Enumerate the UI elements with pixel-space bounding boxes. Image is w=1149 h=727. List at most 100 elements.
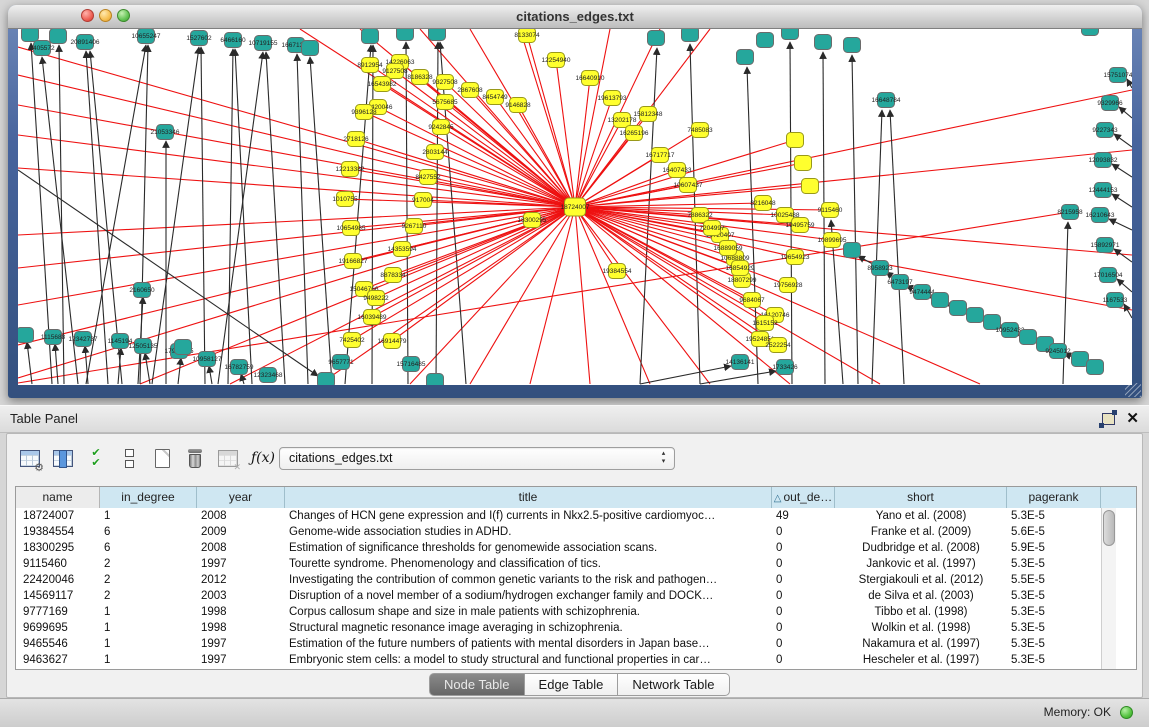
network-edge[interactable] xyxy=(1117,279,1132,292)
network-edge[interactable] xyxy=(364,112,575,207)
network-node[interactable] xyxy=(427,374,444,386)
network-node[interactable]: 15812348 xyxy=(634,107,663,122)
table-mode-icon[interactable] xyxy=(17,444,43,472)
table-cell[interactable]: 2 xyxy=(100,572,197,588)
table-cell[interactable]: 18300295 xyxy=(16,540,100,556)
network-node[interactable]: 20891406 xyxy=(71,35,100,50)
column-header-in_degree[interactable]: in_degree xyxy=(100,487,197,508)
network-node[interactable] xyxy=(737,50,754,65)
table-cell[interactable]: 2008 xyxy=(197,508,285,524)
table-cell[interactable]: 2008 xyxy=(197,540,285,556)
table-cell[interactable]: 9463627 xyxy=(16,652,100,668)
table-row[interactable]: 946554611997Estimation of the future num… xyxy=(16,636,1136,652)
network-node[interactable] xyxy=(782,29,799,40)
table-cell[interactable]: Estimation of the future numbers of pati… xyxy=(285,636,772,652)
table-cell[interactable]: 2 xyxy=(100,588,197,604)
network-node[interactable]: 8216048 xyxy=(750,196,776,211)
network-node[interactable]: 8878334 xyxy=(380,268,406,283)
table-cell[interactable]: 22420046 xyxy=(16,572,100,588)
network-node[interactable]: 19654923 xyxy=(781,250,810,265)
network-node[interactable] xyxy=(795,156,812,171)
network-node[interactable] xyxy=(682,29,699,42)
column-header-pagerank[interactable]: pagerank xyxy=(1007,487,1101,508)
network-node[interactable]: 10899695 xyxy=(818,233,847,248)
network-node[interactable]: 21053346 xyxy=(151,125,180,140)
network-edge[interactable] xyxy=(266,52,285,384)
network-edge[interactable] xyxy=(353,207,575,261)
table-cell[interactable]: 9777169 xyxy=(16,604,100,620)
network-node[interactable] xyxy=(318,373,335,386)
table-cell[interactable]: 19384554 xyxy=(16,524,100,540)
table-cell[interactable]: Dudbridge et al. (2008) xyxy=(835,540,1007,556)
network-edge[interactable] xyxy=(145,353,150,384)
network-edge[interactable] xyxy=(201,47,205,384)
network-node[interactable]: 1115688 xyxy=(41,330,66,345)
network-edge[interactable] xyxy=(1114,249,1132,262)
table-cell[interactable]: 0 xyxy=(772,636,835,652)
table-cell[interactable]: 6 xyxy=(100,540,197,556)
network-node[interactable] xyxy=(1020,330,1037,345)
table-cell[interactable]: Yano et al. (2008) xyxy=(835,508,1007,524)
float-panel-icon[interactable] xyxy=(1102,413,1115,425)
network-node[interactable]: 19613793 xyxy=(598,91,627,106)
network-canvas[interactable]: 1872400718300295193845541422606389129549… xyxy=(18,29,1132,385)
table-cell[interactable]: 5.9E-5 xyxy=(1007,540,1101,556)
table-cell[interactable]: 1998 xyxy=(197,620,285,636)
table-cell[interactable]: 0 xyxy=(772,604,835,620)
network-node[interactable] xyxy=(787,133,804,148)
table-cell[interactable]: 5.3E-5 xyxy=(1007,508,1101,524)
table-cell[interactable]: Nakamura et al. (1997) xyxy=(835,636,1007,652)
table-cell[interactable]: 5.6E-5 xyxy=(1007,524,1101,540)
table-cell[interactable]: Jankovic et al. (1997) xyxy=(835,556,1007,572)
window-resize-grip[interactable] xyxy=(1125,383,1141,397)
network-node[interactable] xyxy=(648,31,665,46)
table-cell[interactable]: Structural magnetic resonance image aver… xyxy=(285,620,772,636)
network-edge[interactable] xyxy=(575,207,590,384)
network-node[interactable]: 15716485 xyxy=(397,357,426,372)
network-node[interactable]: 9684067 xyxy=(739,293,765,308)
network-node[interactable]: 8215958 xyxy=(1057,205,1083,220)
network-node[interactable]: 12505135 xyxy=(129,339,158,354)
network-edge[interactable] xyxy=(1124,304,1132,318)
network-node[interactable]: 14136141 xyxy=(726,355,755,370)
network-node[interactable]: 19166827 xyxy=(339,254,368,269)
table-row[interactable]: 977716911998Corpus callosum shape and si… xyxy=(16,604,1136,620)
network-node[interactable]: 10719155 xyxy=(249,36,278,51)
network-edge[interactable] xyxy=(55,344,58,384)
network-edge[interactable] xyxy=(18,207,575,268)
network-edge[interactable] xyxy=(18,207,575,235)
network-node[interactable] xyxy=(302,41,319,56)
network-node[interactable]: 917004 xyxy=(412,193,434,208)
table-cell[interactable]: 1998 xyxy=(197,604,285,620)
network-edge[interactable] xyxy=(1109,219,1132,230)
network-node[interactable] xyxy=(175,340,192,355)
column-header-out_degree[interactable]: △out_de… xyxy=(772,487,835,508)
delete-column-icon[interactable] xyxy=(182,444,208,472)
network-node[interactable]: 14353594 xyxy=(388,242,417,257)
table-cell[interactable]: 2 xyxy=(100,556,197,572)
network-node[interactable]: 18724007 xyxy=(561,198,590,216)
table-cell[interactable]: 2009 xyxy=(197,524,285,540)
network-edge[interactable] xyxy=(410,207,575,384)
table-cell[interactable]: 1 xyxy=(100,636,197,652)
table-row[interactable]: 1938455462009Genome-wide association stu… xyxy=(16,524,1136,540)
network-node[interactable] xyxy=(844,243,861,258)
network-node[interactable] xyxy=(1072,352,1089,367)
tab-node-table[interactable]: Node Table xyxy=(429,673,525,696)
table-cell[interactable]: Estimation of significance thresholds fo… xyxy=(285,540,772,556)
network-edge[interactable] xyxy=(178,358,181,384)
scrollbar-thumb[interactable] xyxy=(1103,510,1115,546)
network-node[interactable]: 16648784 xyxy=(872,93,901,108)
table-cell[interactable]: Disruption of a novel member of a sodium… xyxy=(285,588,772,604)
table-cell[interactable]: 5.3E-5 xyxy=(1007,604,1101,620)
network-node[interactable]: 16407433 xyxy=(663,163,692,178)
table-cell[interactable]: 0 xyxy=(772,556,835,572)
window-titlebar[interactable]: citations_edges.txt xyxy=(8,5,1142,29)
network-node[interactable] xyxy=(50,29,67,44)
table-row[interactable]: 911546021997Tourette syndrome. Phenomeno… xyxy=(16,556,1136,572)
table-selector-dropdown[interactable]: citations_edges.txt ▴▾ xyxy=(279,447,675,470)
network-node[interactable]: 2867608 xyxy=(457,83,483,98)
table-cell[interactable]: 6 xyxy=(100,524,197,540)
network-node[interactable]: 2718126 xyxy=(343,132,369,147)
table-row[interactable]: 2242004622012Investigating the contribut… xyxy=(16,572,1136,588)
